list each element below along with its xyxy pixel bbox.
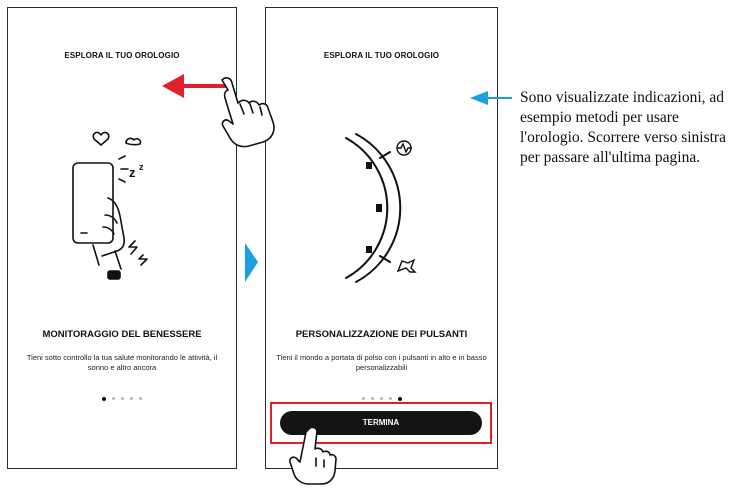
hand-swipe-icon (221, 77, 275, 148)
instruction-note: Sono visualizzate indicazioni, ad esempi… (520, 89, 726, 166)
callout-arrow (470, 91, 512, 105)
next-arrow (245, 243, 258, 282)
instruction-overlay (162, 74, 512, 485)
swipe-left-arrow (162, 74, 232, 98)
hand-tap-icon (289, 426, 337, 485)
